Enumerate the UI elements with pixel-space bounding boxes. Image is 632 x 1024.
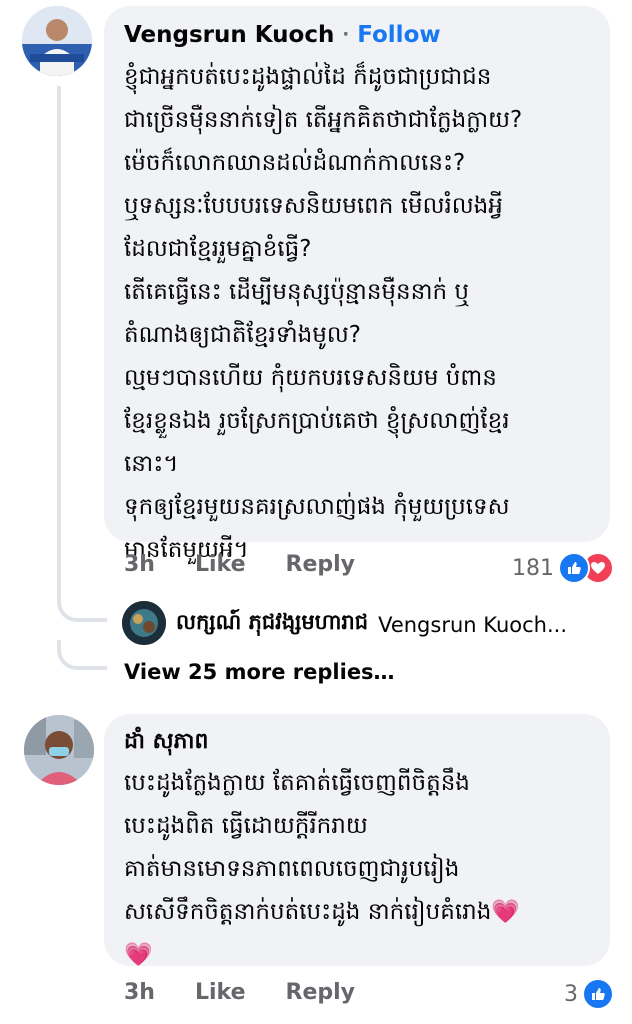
- like-icon: [558, 552, 590, 584]
- reaction-count: 3: [564, 981, 578, 1007]
- like-button[interactable]: Like: [195, 552, 246, 577]
- avatar[interactable]: [24, 715, 94, 785]
- comment-text: បេះដូងក្លែងក្លាយ តែគាត់ធ្វើចេញពីចិត្តនឹង…: [124, 770, 520, 968]
- avatar[interactable]: [22, 6, 92, 76]
- comment-bubble: Vengsrun Kuoch · Follow ខ្ញុំជាអ្នកបត់បេ…: [104, 6, 610, 563]
- view-more-replies-link[interactable]: View 25 more replies…: [124, 660, 395, 684]
- comment-author[interactable]: Vengsrun Kuoch: [124, 20, 334, 50]
- reaction-summary[interactable]: 181: [512, 552, 614, 584]
- reply-avatar[interactable]: [122, 601, 166, 645]
- reply-snippet: Vengsrun Kuoch...: [378, 612, 568, 637]
- like-button[interactable]: Like: [195, 980, 246, 1005]
- reply-button[interactable]: Reply: [286, 552, 356, 577]
- thread-connector-more: [57, 640, 107, 670]
- comment-text: ខ្ញុំជាអ្នកបត់បេះដូងផ្ទាល់ដៃ ក៏ដូចជាប្រជ…: [124, 64, 523, 563]
- comment-actions: 3h Like Reply: [124, 552, 395, 577]
- reaction-summary[interactable]: 3: [564, 978, 614, 1010]
- comment-actions: 3h Like Reply: [124, 980, 395, 1005]
- follow-button[interactable]: Follow: [357, 20, 440, 50]
- reply-author[interactable]: លក្សណ៍ ភុជវង្សមហារាជ: [176, 609, 368, 640]
- reaction-count: 181: [512, 555, 554, 581]
- comment-author[interactable]: ដាំ សុភាព: [124, 728, 588, 756]
- separator-dot: ·: [342, 24, 350, 45]
- comment-time[interactable]: 3h: [124, 552, 155, 577]
- thread-connector: [57, 86, 107, 622]
- comment-header: Vengsrun Kuoch · Follow: [124, 20, 588, 50]
- reply-button[interactable]: Reply: [286, 980, 356, 1005]
- reply-preview[interactable]: លក្សណ៍ ភុជវង្សមហារាជ Vengsrun Kuoch...: [176, 609, 596, 640]
- comment-time[interactable]: 3h: [124, 980, 155, 1005]
- comment-bubble: ដាំ សុភាព បេះដូងក្លែងក្លាយ តែគាត់ធ្វើចេញ…: [104, 714, 610, 968]
- like-icon: [582, 978, 614, 1010]
